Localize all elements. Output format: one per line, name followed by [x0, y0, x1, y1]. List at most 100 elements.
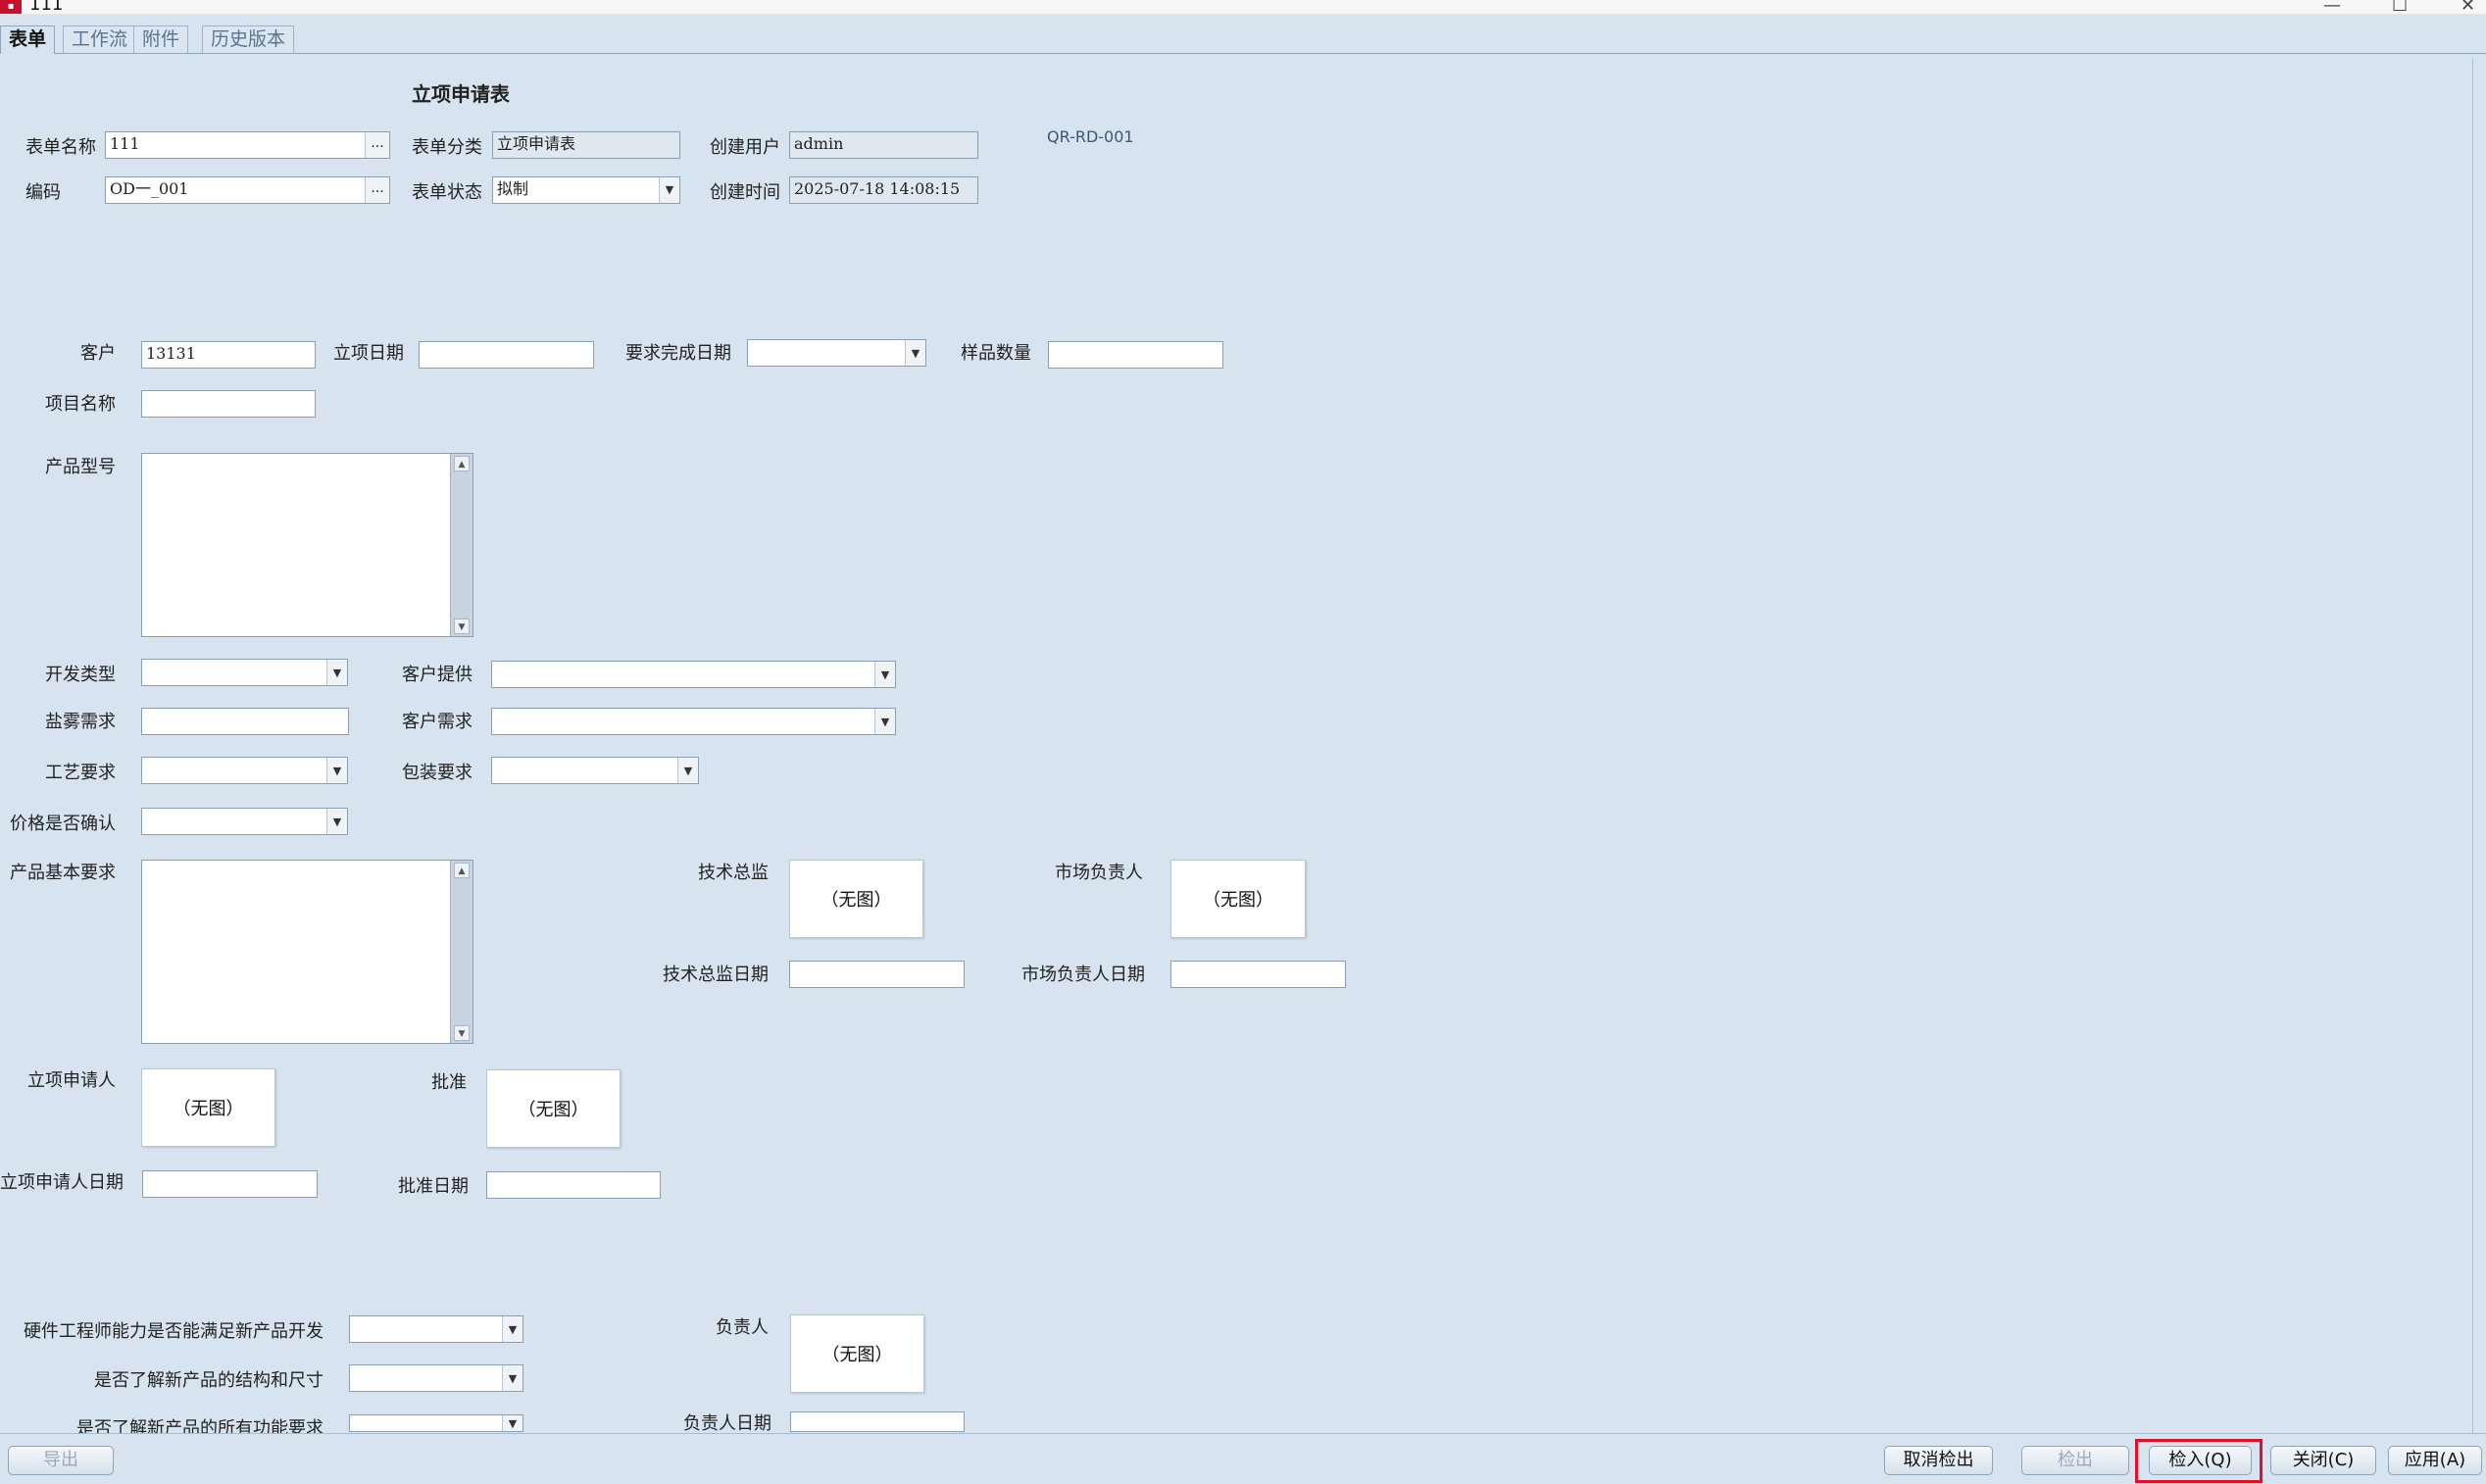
approve-label: 批准 — [431, 1072, 467, 1093]
applicant-date-label: 立项申请人日期 — [0, 1172, 124, 1193]
code-browse-button[interactable]: ... — [365, 177, 389, 203]
apply-button[interactable]: 应用(A) — [2388, 1446, 2482, 1475]
form-category-label: 表单分类 — [412, 137, 482, 158]
know-structure-select[interactable]: ▼ — [349, 1364, 523, 1392]
tab-attachments[interactable]: 附件 — [133, 25, 189, 53]
form-name-browse-button[interactable]: ... — [365, 132, 389, 158]
created-time-field: 2025-07-18 14:08:15 — [789, 176, 978, 204]
tab-form[interactable]: 表单 — [0, 25, 56, 54]
tech-director-date-input[interactable] — [789, 961, 965, 988]
scroll-up-icon[interactable]: ▲ — [454, 863, 470, 878]
dev-type-select[interactable]: ▼ — [141, 659, 348, 686]
applicant-signature[interactable]: （无图） — [141, 1068, 275, 1147]
market-owner-date-label: 市场负责人日期 — [1021, 965, 1145, 985]
created-time-label: 创建时间 — [710, 182, 780, 203]
project-date-label: 立项日期 — [333, 343, 404, 364]
owner-label: 负责人 — [716, 1317, 769, 1338]
vertical-scrollbar[interactable] — [2472, 59, 2486, 1433]
scroll-up-icon[interactable]: ▲ — [454, 456, 470, 471]
sample-qty-label: 样品数量 — [961, 343, 1031, 364]
market-owner-date-input[interactable] — [1170, 961, 1346, 988]
salt-spray-label: 盐雾需求 — [45, 712, 116, 732]
basic-req-textarea[interactable]: ▲ ▼ — [141, 860, 473, 1044]
price-confirm-select[interactable]: ▼ — [141, 808, 348, 835]
chevron-down-icon: ▼ — [326, 660, 347, 685]
customer-provide-label: 客户提供 — [402, 665, 472, 685]
window-titlebar: ▪ 111 — ☐ ✕ — [0, 0, 2486, 16]
app-icon: ▪ — [0, 0, 22, 14]
project-date-input[interactable] — [419, 341, 594, 369]
dev-type-label: 开发类型 — [45, 665, 116, 685]
sample-qty-input[interactable] — [1048, 341, 1223, 369]
owner-date-input[interactable] — [790, 1411, 965, 1432]
salt-spray-input[interactable] — [141, 708, 349, 735]
customer-provide-select[interactable]: ▼ — [491, 661, 896, 688]
chevron-down-icon: ▼ — [502, 1415, 522, 1431]
approve-signature[interactable]: （无图） — [486, 1069, 621, 1148]
chevron-down-icon: ▼ — [874, 709, 895, 734]
export-button[interactable]: 导出 — [8, 1446, 114, 1475]
creator-field: admin — [789, 131, 978, 159]
checkout-button[interactable]: 检出 — [2021, 1446, 2129, 1475]
owner-signature[interactable]: （无图） — [790, 1314, 924, 1393]
hw-capability-label: 硬件工程师能力是否能满足新产品开发 — [24, 1321, 323, 1342]
form-status-select[interactable]: 拟制 ▼ — [492, 176, 680, 204]
chevron-down-icon: ▼ — [502, 1316, 522, 1342]
know-structure-label: 是否了解新产品的结构和尺寸 — [94, 1370, 323, 1391]
maximize-icon[interactable]: ☐ — [2392, 0, 2408, 16]
form-title: 立项申请表 — [412, 82, 510, 106]
doc-code: QR-RD-001 — [1047, 127, 1134, 146]
package-req-select[interactable]: ▼ — [491, 757, 699, 784]
chevron-down-icon: ▼ — [659, 177, 679, 203]
code-field[interactable]: OD一_001 ... — [105, 176, 390, 204]
textarea-scrollbar[interactable]: ▲ ▼ — [450, 861, 472, 1043]
tech-director-signature[interactable]: （无图） — [789, 860, 923, 938]
form-status-value: 拟制 — [497, 179, 529, 198]
project-name-input[interactable] — [141, 390, 316, 418]
customer-need-label: 客户需求 — [402, 712, 472, 732]
form-status-label: 表单状态 — [412, 182, 482, 203]
due-date-select[interactable]: ▼ — [747, 339, 926, 367]
tech-director-label: 技术总监 — [698, 863, 769, 883]
close-button[interactable]: 关闭(C) — [2270, 1446, 2376, 1475]
code-value: OD一_001 — [110, 179, 189, 198]
applicant-label: 立项申请人 — [27, 1070, 116, 1091]
chevron-down-icon: ▼ — [502, 1365, 522, 1391]
applicant-date-input[interactable] — [142, 1170, 318, 1198]
market-owner-signature[interactable]: （无图） — [1170, 860, 1306, 938]
approve-date-input[interactable] — [486, 1171, 661, 1199]
textarea-scrollbar[interactable]: ▲ ▼ — [450, 454, 472, 636]
approve-date-label: 批准日期 — [398, 1176, 469, 1197]
tab-history[interactable]: 历史版本 — [202, 25, 295, 53]
minimize-icon[interactable]: — — [2323, 0, 2341, 16]
chevron-down-icon: ▼ — [326, 809, 347, 834]
chevron-down-icon: ▼ — [326, 758, 347, 783]
process-req-label: 工艺要求 — [45, 763, 116, 783]
product-model-textarea[interactable]: ▲ ▼ — [141, 453, 473, 637]
form-name-field[interactable]: 111 ... — [105, 131, 390, 159]
hw-capability-select[interactable]: ▼ — [349, 1315, 523, 1343]
customer-label: 客户 — [80, 343, 116, 364]
form-name-label: 表单名称 — [25, 137, 96, 158]
window-title: 111 — [29, 0, 64, 15]
package-req-label: 包装要求 — [402, 763, 472, 783]
cancel-checkout-button[interactable]: 取消检出 — [1884, 1446, 1993, 1475]
due-date-label: 要求完成日期 — [625, 343, 731, 364]
close-icon[interactable]: ✕ — [2461, 0, 2475, 16]
tab-bar — [0, 24, 2486, 54]
form-name-value: 111 — [110, 134, 140, 153]
project-name-label: 项目名称 — [45, 394, 116, 415]
know-function-select[interactable]: ▼ — [349, 1414, 523, 1432]
form-category-field: 立项申请表 — [492, 131, 680, 159]
owner-date-label: 负责人日期 — [683, 1413, 771, 1434]
customer-need-select[interactable]: ▼ — [491, 708, 896, 735]
scroll-down-icon[interactable]: ▼ — [454, 1025, 470, 1041]
tab-workflow[interactable]: 工作流 — [63, 25, 137, 53]
basic-req-label: 产品基本要求 — [10, 863, 116, 883]
checkin-button[interactable]: 检入(Q) — [2149, 1446, 2252, 1475]
market-owner-label: 市场负责人 — [1055, 863, 1143, 883]
process-req-select[interactable]: ▼ — [141, 757, 348, 784]
product-model-label: 产品型号 — [45, 457, 116, 477]
scroll-down-icon[interactable]: ▼ — [454, 618, 470, 634]
customer-input[interactable]: 13131 — [141, 341, 316, 369]
